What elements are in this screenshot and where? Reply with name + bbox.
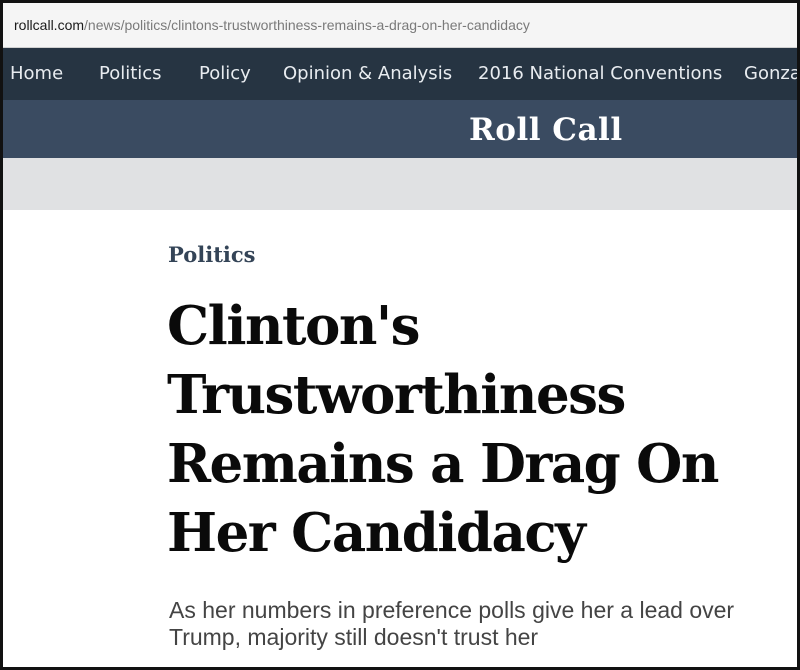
article-subheadline: As her numbers in preference polls give … [169, 597, 794, 651]
headline-line: Her Candidacy [167, 502, 586, 564]
ad-strip [3, 158, 797, 210]
headline-line: Clinton's [167, 295, 420, 357]
site-logo[interactable]: Roll Call [469, 100, 623, 158]
nav-item-home[interactable]: Home [10, 48, 63, 100]
section-label[interactable]: Politics [168, 242, 255, 267]
nav-item-opinion-analysis[interactable]: Opinion & Analysis [283, 48, 452, 100]
headline-line: Remains a Drag On [167, 433, 719, 495]
article: Politics Clinton's Trustworthiness Remai… [3, 210, 797, 667]
url-domain: rollcall.com [14, 17, 85, 33]
headline-line: Trustworthiness [167, 364, 626, 426]
article-headline: Clinton's Trustworthiness Remains a Drag… [167, 292, 792, 568]
url-path: /news/politics/clintons-trustworthiness-… [84, 17, 530, 33]
dek-line: As her numbers in preference polls give … [169, 597, 735, 623]
brand-bar: Roll Call [3, 100, 797, 158]
nav-item-politics[interactable]: Politics [99, 48, 162, 100]
dek-line: Trump, majority still doesn't trust her [169, 624, 539, 650]
browser-window: rollcall.com/news/politics/clintons-trus… [0, 0, 800, 670]
nav-item-national-conventions[interactable]: 2016 National Conventions [478, 48, 722, 100]
nav-item-policy[interactable]: Policy [199, 48, 251, 100]
address-bar[interactable]: rollcall.com/news/politics/clintons-trus… [3, 3, 797, 48]
nav-item-gonzales[interactable]: Gonza [744, 48, 797, 100]
top-navigation: Home Politics Policy Opinion & Analysis … [3, 48, 797, 100]
